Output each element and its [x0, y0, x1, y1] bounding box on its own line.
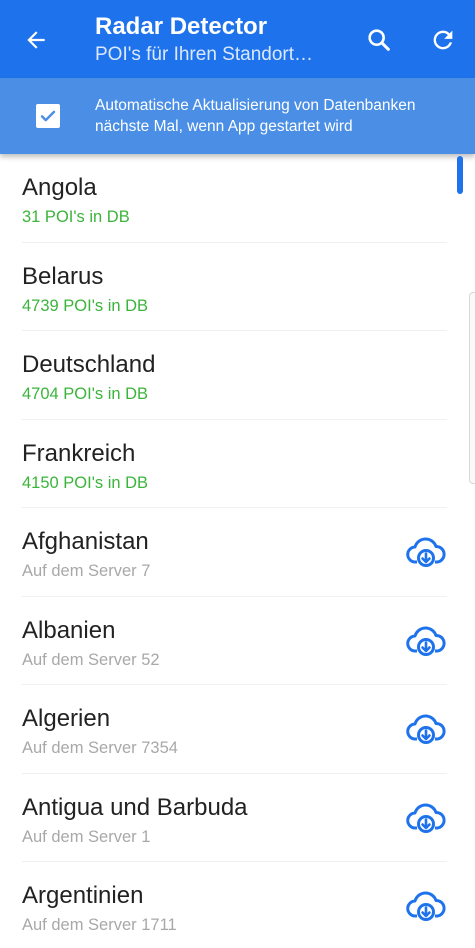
auto-update-line1: Automatische Aktualisierung von Datenban…: [95, 97, 416, 114]
country-status: Auf dem Server 52: [22, 650, 160, 669]
auto-update-label: Automatische Aktualisierung von Datenban…: [95, 95, 465, 137]
country-status: Auf dem Server 1711: [22, 916, 177, 934]
country-name: Deutschland: [22, 351, 156, 378]
title-block: Radar Detector POI's für Ihren Standort…: [95, 12, 345, 68]
cloud-download-icon: [406, 537, 446, 567]
download-button[interactable]: [405, 713, 447, 747]
cloud-download-icon: [406, 891, 446, 921]
list-item[interactable]: Deutschland 4704 POI's in DB: [22, 331, 447, 420]
list-item[interactable]: Albanien Auf dem Server 52: [22, 597, 447, 685]
cloud-download-icon: [406, 714, 446, 744]
back-button[interactable]: [16, 20, 56, 60]
country-name: Algerien: [22, 705, 111, 732]
cloud-download-icon: [406, 803, 446, 833]
search-icon: [368, 29, 390, 51]
country-status: Auf dem Server 1: [22, 827, 151, 846]
list-item[interactable]: Angola 31 POI's in DB: [22, 154, 447, 243]
page-subtitle: POI's für Ihren Standort…: [95, 44, 313, 65]
list-item[interactable]: Antigua und Barbuda Auf dem Server 1: [22, 774, 447, 862]
checkmark-icon: [40, 110, 56, 122]
refresh-icon: [433, 30, 453, 50]
download-button[interactable]: [405, 536, 447, 570]
country-status: 4704 POI's in DB: [22, 385, 149, 403]
app-bar: Radar Detector POI's für Ihren Standort…: [0, 0, 475, 78]
cloud-download-icon: [406, 626, 446, 656]
back-arrow-icon: [27, 31, 45, 49]
country-name: Afghanistan: [22, 528, 149, 555]
country-status: Auf dem Server 7: [22, 562, 151, 580]
country-name: Albanien: [22, 616, 116, 644]
country-status: 4150 POI's in DB: [22, 473, 149, 492]
download-button[interactable]: [405, 625, 447, 659]
country-name: Argentinien: [22, 882, 144, 909]
auto-update-line2: nächste Mal, wenn App gestartet wird: [95, 118, 353, 135]
country-name: Angola: [22, 174, 97, 201]
list-item[interactable]: Frankreich 4150 POI's in DB: [22, 420, 447, 508]
refresh-button[interactable]: [423, 20, 463, 60]
list-item[interactable]: Afghanistan Auf dem Server 7: [22, 508, 447, 597]
auto-update-banner: Automatische Aktualisierung von Datenban…: [0, 78, 475, 154]
country-name: Antigua und Barbuda: [22, 793, 248, 821]
country-name: Belarus: [22, 262, 104, 290]
country-name: Frankreich: [22, 439, 136, 467]
list-item[interactable]: Argentinien Auf dem Server 1711: [22, 862, 447, 948]
country-status: 4739 POI's in DB: [22, 296, 149, 315]
download-button[interactable]: [405, 802, 447, 836]
list-item[interactable]: Belarus 4739 POI's in DB: [22, 243, 447, 331]
page-title: Radar Detector: [95, 13, 268, 40]
auto-update-checkbox[interactable]: [36, 104, 60, 128]
country-status: Auf dem Server 7354: [22, 739, 178, 757]
search-button[interactable]: [359, 20, 399, 60]
country-list: Angola 31 POI's in DB Belarus 4739 POI's…: [0, 154, 475, 948]
country-status: 31 POI's in DB: [22, 208, 130, 226]
list-item[interactable]: Algerien Auf dem Server 7354: [22, 685, 447, 774]
download-button[interactable]: [405, 890, 447, 924]
scrollbar-thumb[interactable]: [457, 156, 463, 194]
